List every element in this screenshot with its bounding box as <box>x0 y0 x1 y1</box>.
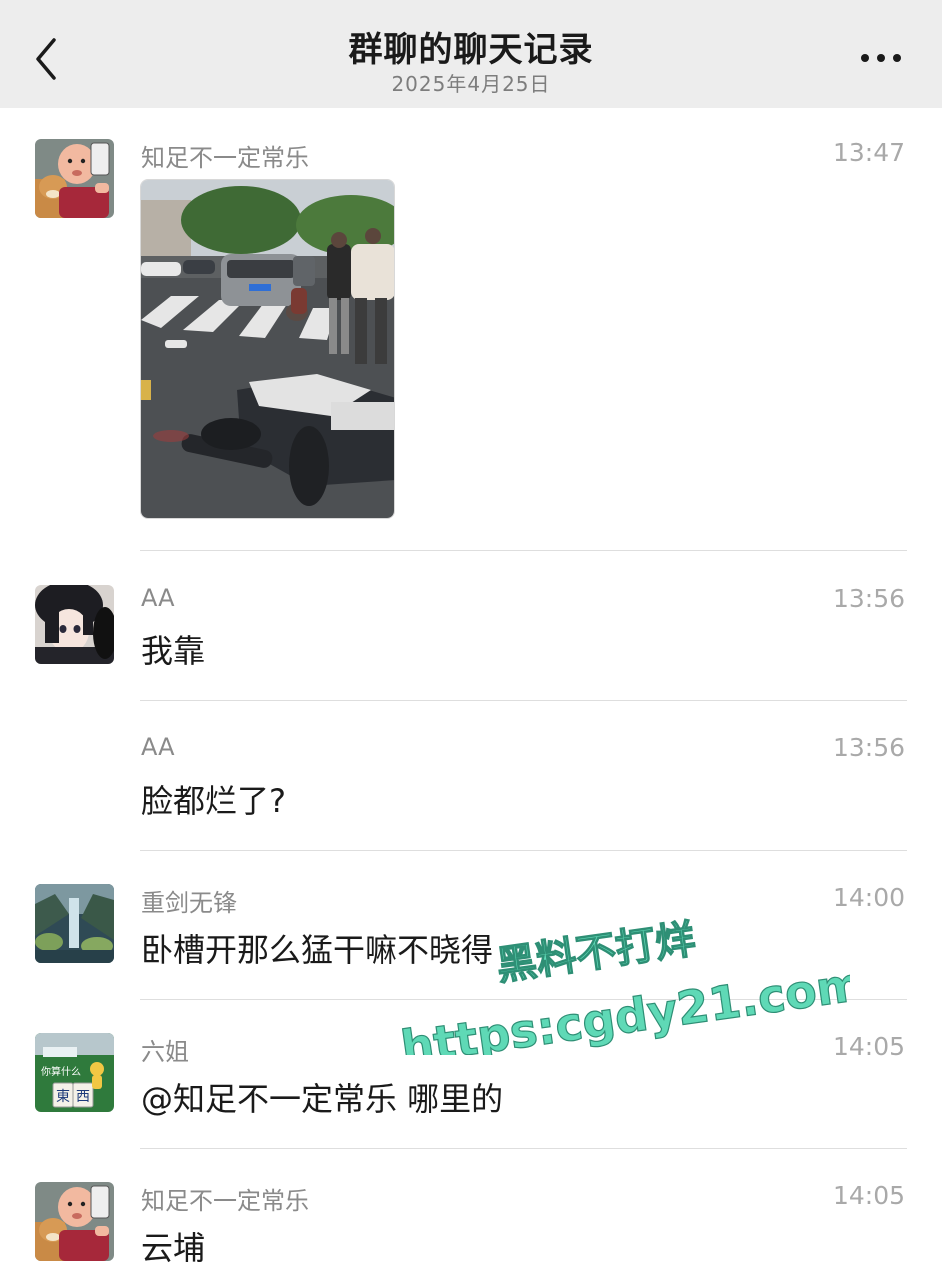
mahjong-tile-east: 東 <box>56 1089 70 1105</box>
mahjong-caption: 你算什么 <box>41 1065 81 1078</box>
sender-name: AA <box>141 733 175 761</box>
sender-name: AA <box>141 584 175 612</box>
chat-date: 2025年4月25日 <box>391 72 551 96</box>
message-time: 13:56 <box>832 584 905 613</box>
mahjong-tile-avatar[interactable]: 你算什么 東 西 <box>35 1033 114 1112</box>
message-divider <box>140 1148 907 1149</box>
message-time: 14:05 <box>832 1032 905 1061</box>
message-text: @知足不一定常乐 哪里的 <box>141 1080 504 1118</box>
message-time: 14:00 <box>832 883 905 912</box>
sender-name: 知足不一定常乐 <box>141 144 309 172</box>
message-time: 13:56 <box>832 733 905 762</box>
waterfall-landscape-avatar[interactable] <box>35 884 114 963</box>
accident-photo[interactable] <box>140 179 395 519</box>
watermark-line2: https:cgdy21.com <box>398 956 850 1055</box>
watermark-line1: 黑料不打烊 <box>494 916 698 989</box>
message-text: 云埔 <box>141 1229 206 1267</box>
mahjong-tile-west: 西 <box>76 1089 90 1105</box>
message-text: 脸都烂了? <box>141 782 286 820</box>
message-text: 卧槽开那么猛干嘛不晓得 <box>141 931 494 969</box>
anime-couple-avatar[interactable] <box>35 585 114 664</box>
more-dots-icon <box>861 54 901 62</box>
page-title: 群聊的聊天记录 <box>348 30 594 70</box>
sender-name: 六姐 <box>141 1038 189 1066</box>
baby-selfie-avatar[interactable] <box>35 139 114 218</box>
sender-name: 重剑无锋 <box>141 889 237 917</box>
message-time: 14:05 <box>832 1181 905 1210</box>
more-button[interactable] <box>860 48 902 68</box>
top-navigation-bar: 群聊的聊天记录 2025年4月25日 <box>0 0 942 108</box>
message-divider <box>140 999 907 1000</box>
message-divider <box>140 850 907 851</box>
sender-name: 知足不一定常乐 <box>141 1187 309 1215</box>
message-text: 我靠 <box>141 632 206 670</box>
baby-selfie-avatar[interactable] <box>35 1182 114 1261</box>
message-divider <box>140 700 907 701</box>
message-time: 13:47 <box>832 138 905 167</box>
message-divider <box>140 550 907 551</box>
